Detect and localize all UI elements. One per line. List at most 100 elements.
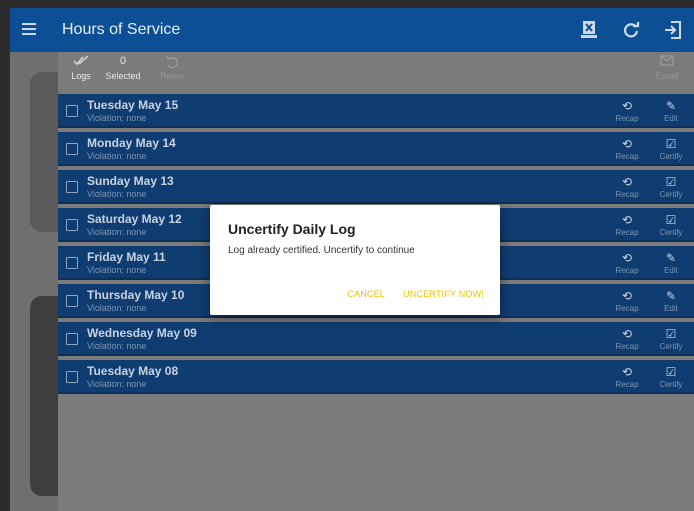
recap-button[interactable]: ⟲ Recap xyxy=(612,136,642,161)
edit-button[interactable]: ✎ Edit xyxy=(656,288,686,313)
certify-button[interactable]: ☑ Certify xyxy=(656,326,686,351)
action-label: Certify xyxy=(659,228,683,237)
select-checkbox[interactable] xyxy=(66,143,78,155)
recap-label: Recap xyxy=(615,304,639,313)
page-title: Hours of Service xyxy=(62,21,181,38)
violation-text: Violation: none xyxy=(87,341,147,351)
side-panel-edge xyxy=(30,296,58,496)
dialog-message: Log already certified. Uncertify to cont… xyxy=(228,245,415,256)
recap-label: Recap xyxy=(615,114,639,123)
log-date: Monday May 14 xyxy=(87,136,176,150)
logs-button[interactable]: Logs xyxy=(68,55,94,81)
email-button[interactable]: Email xyxy=(652,55,682,81)
recap-button[interactable]: ⟲ Recap xyxy=(612,250,642,275)
recap-label: Recap xyxy=(615,190,639,199)
recap-label: Recap xyxy=(615,152,639,161)
recap-label: Recap xyxy=(615,342,639,351)
action-label: Certify xyxy=(659,342,683,351)
select-checkbox[interactable] xyxy=(66,105,78,117)
recap-button[interactable]: ⟲ Recap xyxy=(612,174,642,199)
history-icon: ⟲ xyxy=(621,137,633,151)
log-date: Thursday May 10 xyxy=(87,288,185,302)
violation-text: Violation: none xyxy=(87,113,147,123)
action-label: Edit xyxy=(664,304,678,313)
edit-button[interactable]: ✎ Edit xyxy=(656,98,686,123)
recap-button[interactable]: ⟲ Recap xyxy=(612,288,642,313)
pencil-icon: ✎ xyxy=(665,99,677,113)
violation-text: Violation: none xyxy=(87,379,147,389)
recap-label: Recap xyxy=(615,380,639,389)
history-icon: ⟲ xyxy=(621,175,633,189)
select-checkbox[interactable] xyxy=(66,181,78,193)
select-checkbox[interactable] xyxy=(66,257,78,269)
action-label: Edit xyxy=(664,114,678,123)
reset-label: Reset xyxy=(160,71,184,81)
logs-label: Logs xyxy=(71,71,91,81)
log-date: Tuesday May 15 xyxy=(87,98,179,112)
recap-button[interactable]: ⟲ Recap xyxy=(612,326,642,351)
certify-button[interactable]: ☑ Certify xyxy=(656,212,686,237)
logout-icon[interactable] xyxy=(660,17,686,43)
violation-text: Violation: none xyxy=(87,151,147,161)
device-icon[interactable] xyxy=(576,17,602,43)
log-toolbar: Logs 0 Selected Reset Email xyxy=(58,52,694,90)
action-label: Edit xyxy=(664,266,678,275)
action-label: Certify xyxy=(659,380,683,389)
log-date: Sunday May 13 xyxy=(87,174,174,188)
log-date: Friday May 11 xyxy=(87,250,166,264)
violation-text: Violation: none xyxy=(87,227,147,237)
log-row[interactable]: Wednesday May 09 Violation: none ⟲ Recap … xyxy=(58,322,694,356)
clipboard-check-icon: ☑ xyxy=(665,137,677,151)
reset-button[interactable]: Reset xyxy=(152,55,192,81)
violation-text: Violation: none xyxy=(87,189,147,199)
history-icon: ⟲ xyxy=(621,327,633,341)
email-label: Email xyxy=(655,71,679,81)
clipboard-check-icon: ☑ xyxy=(665,365,677,379)
log-row[interactable]: Sunday May 13 Violation: none ⟲ Recap ☑ Ce… xyxy=(58,170,694,204)
clipboard-check-icon: ☑ xyxy=(665,175,677,189)
selected-label: Selected xyxy=(105,71,141,81)
certify-button[interactable]: ☑ Certify xyxy=(656,136,686,161)
side-panel-edge xyxy=(30,72,58,232)
clipboard-check-icon: ☑ xyxy=(665,327,677,341)
certify-button[interactable]: ☑ Certify xyxy=(656,364,686,389)
recap-label: Recap xyxy=(615,228,639,237)
history-icon: ⟲ xyxy=(621,99,633,113)
violation-text: Violation: none xyxy=(87,303,147,313)
recap-button[interactable]: ⟲ Recap xyxy=(612,212,642,237)
log-date: Saturday May 12 xyxy=(87,212,182,226)
edit-button[interactable]: ✎ Edit xyxy=(656,250,686,275)
pencil-icon: ✎ xyxy=(665,289,677,303)
log-row[interactable]: Tuesday May 08 Violation: none ⟲ Recap ☑ C… xyxy=(58,360,694,394)
app-bar: Hours of Service xyxy=(10,8,694,52)
dialog-title: Uncertify Daily Log xyxy=(228,221,356,237)
log-date: Tuesday May 08 xyxy=(87,364,179,378)
recap-button[interactable]: ⟲ Recap xyxy=(612,98,642,123)
refresh-icon[interactable] xyxy=(618,17,644,43)
menu-icon[interactable] xyxy=(22,20,44,40)
history-icon: ⟲ xyxy=(621,251,633,265)
select-checkbox[interactable] xyxy=(66,371,78,383)
log-row[interactable]: Tuesday May 15 Violation: none ⟲ Recap ✎ E… xyxy=(58,94,694,128)
undo-icon xyxy=(152,55,192,71)
uncertify-dialog: Uncertify Daily Log Log already certifie… xyxy=(210,205,500,315)
select-checkbox[interactable] xyxy=(66,219,78,231)
log-date: Wednesday May 09 xyxy=(87,326,197,340)
log-row[interactable]: Monday May 14 Violation: none ⟲ Recap ☑ Ce… xyxy=(58,132,694,166)
history-icon: ⟲ xyxy=(621,213,633,227)
history-icon: ⟲ xyxy=(621,365,633,379)
select-checkbox[interactable] xyxy=(66,333,78,345)
selected-count: 0 xyxy=(119,55,127,67)
history-icon: ⟲ xyxy=(621,289,633,303)
double-check-icon xyxy=(68,55,94,71)
certify-button[interactable]: ☑ Certify xyxy=(656,174,686,199)
cancel-button[interactable]: CANCEL xyxy=(347,289,385,299)
pencil-icon: ✎ xyxy=(665,251,677,265)
clipboard-check-icon: ☑ xyxy=(665,213,677,227)
uncertify-now-button[interactable]: UNCERTIFY NOW! xyxy=(403,289,484,299)
action-label: Certify xyxy=(659,152,683,161)
selected-counter: 0 Selected xyxy=(100,55,146,81)
mail-icon xyxy=(652,55,682,71)
select-checkbox[interactable] xyxy=(66,295,78,307)
recap-button[interactable]: ⟲ Recap xyxy=(612,364,642,389)
